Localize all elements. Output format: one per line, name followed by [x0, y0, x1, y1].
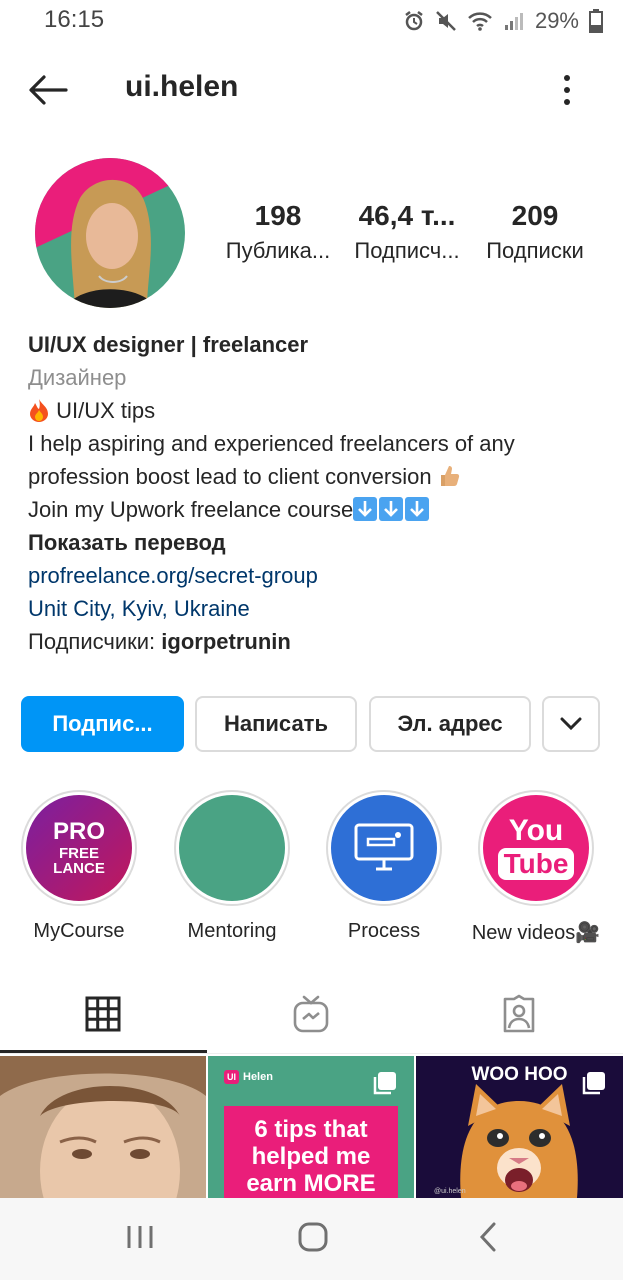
chevron-down-icon [560, 717, 582, 731]
carousel-icon [372, 1070, 398, 1101]
signal-icon [503, 10, 525, 32]
arrow-left-icon [29, 75, 68, 105]
grid-post-3[interactable]: WOO HOO @ui.helen [416, 1056, 623, 1198]
stat-posts-count: 198 [254, 200, 302, 231]
carousel-icon [581, 1070, 607, 1101]
highlight-process[interactable]: Process [319, 790, 449, 943]
bio-course-text: Join my Upwork freelance course [28, 497, 354, 522]
monitor-icon [354, 823, 414, 871]
system-nav-bar [0, 1198, 623, 1280]
profile-avatar[interactable] [35, 158, 185, 308]
post-brand-badge: UI [224, 1070, 239, 1084]
recent-apps-button[interactable] [122, 1222, 158, 1252]
profile-bio: UI/UX designer | freelancer Дизайнер UI/… [28, 328, 598, 658]
grid-post-1[interactable] [0, 1056, 206, 1198]
more-vertical-icon [564, 75, 570, 105]
followed-by-prefix: Подписчики: [28, 629, 156, 654]
stat-followers[interactable]: 46,4 т... Подписч... [348, 200, 466, 264]
bio-website-link[interactable]: profreelance.org/secret-group [28, 559, 598, 592]
bio-tips-line: UI/UX tips [28, 394, 598, 427]
highlight-cover-line1: You [508, 814, 564, 847]
home-icon [298, 1222, 328, 1252]
post-text: 6 tips that helped me earn MORE [224, 1106, 398, 1198]
suggested-dropdown-button[interactable] [542, 696, 600, 752]
followed-by-user[interactable]: igorpetrunin [161, 629, 291, 654]
bio-location-link[interactable]: Unit City, Kyiv, Ukraine [28, 592, 598, 625]
bio-description: I help aspiring and experienced freelanc… [28, 427, 598, 493]
recent-apps-icon [127, 1226, 153, 1248]
stat-following-label: Подписки [486, 238, 584, 263]
bio-tips-text: UI/UX tips [56, 398, 156, 423]
highlight-cover-line3: LANCE [53, 860, 105, 877]
highlight-cover [179, 795, 285, 901]
highlight-ring [174, 790, 290, 906]
post-brand-name: Helen [243, 1071, 273, 1083]
post-watermark: @ui.helen [434, 1188, 466, 1195]
highlight-label: Mentoring [187, 920, 277, 942]
grid-icon [85, 996, 121, 1032]
highlight-cover [331, 795, 437, 901]
stat-following[interactable]: 209 Подписки [478, 200, 592, 264]
home-button[interactable] [296, 1220, 330, 1254]
highlight-ring: PRO FREE LANCE [21, 790, 137, 906]
highlight-new-videos[interactable]: You Tube New videos🎥 [471, 790, 601, 945]
post-brand: UI Helen [224, 1070, 273, 1084]
stat-followers-label: Подписч... [354, 238, 460, 263]
highlight-ring: You Tube [478, 790, 594, 906]
battery-icon [589, 9, 603, 33]
battery-percent: 29% [534, 8, 579, 33]
bio-category: Дизайнер [28, 365, 127, 390]
message-button[interactable]: Написать [195, 696, 357, 752]
highlight-ring [326, 790, 442, 906]
grid-post-2[interactable]: UI Helen 6 tips that helped me earn MORE [208, 1056, 414, 1198]
show-translation-link[interactable]: Показать перевод [28, 526, 598, 559]
highlight-mentoring[interactable]: Mentoring [167, 790, 297, 943]
stat-posts[interactable]: 198 Публика... [222, 200, 334, 264]
fire-icon [28, 398, 56, 423]
tab-tagged[interactable] [489, 990, 549, 1038]
highlight-cover-line2: FREE [58, 845, 99, 862]
stat-followers-count: 46,4 т... [358, 200, 456, 231]
highlight-label: Process [347, 920, 421, 942]
back-button[interactable] [24, 70, 72, 110]
status-time: 16:15 [44, 6, 105, 33]
status-icons: 29% [403, 8, 603, 34]
chevron-left-icon [479, 1222, 496, 1252]
highlight-cover-line2: Tube [497, 848, 575, 880]
highlight-label: MyCourse [33, 920, 125, 942]
alarm-icon [403, 10, 425, 32]
system-back-button[interactable] [474, 1220, 504, 1254]
tagged-user-icon [503, 994, 535, 1033]
highlight-cover: You Tube [483, 795, 589, 901]
highlight-cover: PRO FREE LANCE [26, 795, 132, 901]
stat-following-count: 209 [511, 200, 559, 231]
mute-icon [435, 10, 457, 32]
more-options-button[interactable] [552, 72, 582, 108]
follow-button[interactable]: Подпис... [21, 696, 184, 752]
tab-igtv[interactable] [281, 990, 341, 1038]
status-bar: 16:15 29% [0, 0, 623, 44]
highlight-mycourse[interactable]: PRO FREE LANCE MyCourse [14, 790, 144, 943]
highlight-label: New videos🎥 [471, 922, 601, 944]
down-arrow-icons [353, 497, 430, 521]
tab-divider [0, 1053, 623, 1054]
profile-username: ui.helen [125, 70, 239, 103]
igtv-icon [293, 995, 329, 1033]
thumbs-up-icon [438, 464, 460, 489]
highlight-cover-line1: PRO [52, 818, 105, 845]
tab-grid[interactable] [73, 990, 133, 1038]
bio-name: UI/UX designer | freelancer [28, 332, 309, 357]
wifi-icon [467, 10, 493, 32]
followed-by-line: Подписчики: igorpetrunin [28, 625, 598, 658]
bio-course-line: Join my Upwork freelance course [28, 493, 598, 526]
stat-posts-label: Публика... [225, 238, 331, 263]
email-button[interactable]: Эл. адрес [369, 696, 531, 752]
